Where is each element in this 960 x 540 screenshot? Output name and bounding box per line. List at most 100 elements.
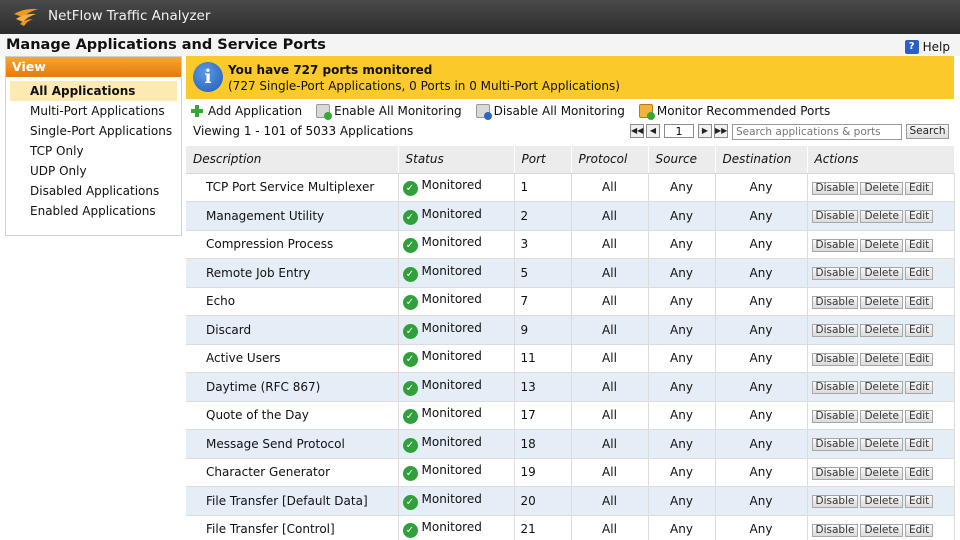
delete-button[interactable]: Delete xyxy=(860,210,903,224)
disable-button[interactable]: Disable xyxy=(811,210,859,224)
cell-port: 9 xyxy=(514,315,572,345)
disable-button[interactable]: Disable xyxy=(811,324,859,338)
delete-button[interactable]: Delete xyxy=(860,438,903,452)
disable-button[interactable]: Disable xyxy=(811,438,859,452)
edit-button[interactable]: Edit xyxy=(904,352,934,366)
previous-page-icon[interactable]: ◀ xyxy=(646,124,660,138)
check-circle-icon: ✓ xyxy=(402,295,418,311)
sidebar-item-tcp-only[interactable]: TCP Only xyxy=(6,141,181,161)
disable-button[interactable]: Disable xyxy=(811,523,859,537)
help-link[interactable]: ? Help xyxy=(904,39,950,55)
cell-status: ✓ Monitored xyxy=(398,287,515,316)
search-button[interactable]: Search xyxy=(906,124,949,139)
delete-button[interactable]: Delete xyxy=(860,267,903,281)
cell-source: Any xyxy=(648,458,716,487)
delete-button[interactable]: Delete xyxy=(860,324,903,338)
monitor-recommended-ports-button[interactable]: Monitor Recommended Ports xyxy=(638,104,830,120)
delete-button[interactable]: Delete xyxy=(860,523,903,537)
sidebar-list: All Applications Multi-Port Applications… xyxy=(6,77,181,221)
edit-button[interactable]: Edit xyxy=(904,438,934,452)
edit-button[interactable]: Edit xyxy=(904,181,934,195)
status-text: Monitored xyxy=(421,491,482,506)
column-header-destination[interactable]: Destination xyxy=(715,146,808,174)
page-number-input[interactable] xyxy=(664,124,694,138)
sidebar-item-enabled-applications[interactable]: Enabled Applications xyxy=(6,201,181,221)
cell-protocol: All xyxy=(571,429,649,459)
column-header-protocol[interactable]: Protocol xyxy=(571,146,649,174)
cell-actions: Disable Delete Edit xyxy=(807,372,955,402)
disable-all-monitoring-button[interactable]: Disable All Monitoring xyxy=(475,104,625,120)
sidebar-item-disabled-applications[interactable]: Disabled Applications xyxy=(6,181,181,201)
cell-status: ✓ Monitored xyxy=(398,344,515,373)
delete-button[interactable]: Delete xyxy=(860,495,903,509)
table-row: TCP Port Service Multiplexer ✓ Monitored 1 A… xyxy=(186,173,955,202)
check-circle-icon: ✓ xyxy=(402,323,418,339)
check-circle-icon: ✓ xyxy=(402,209,418,225)
edit-button[interactable]: Edit xyxy=(904,409,934,423)
cell-description: Compression Process xyxy=(186,230,399,259)
cell-destination: Any xyxy=(715,429,808,459)
edit-button[interactable]: Edit xyxy=(904,210,934,224)
cell-status: ✓ Monitored xyxy=(398,315,515,345)
disable-button[interactable]: Disable xyxy=(811,238,859,252)
add-application-button[interactable]: Add Application xyxy=(190,104,302,118)
delete-button[interactable]: Delete xyxy=(860,295,903,309)
disable-button[interactable]: Disable xyxy=(811,267,859,281)
disable-button[interactable]: Disable xyxy=(811,495,859,509)
edit-button[interactable]: Edit xyxy=(904,523,934,537)
sidebar-item-single-port-applications[interactable]: Single-Port Applications xyxy=(6,121,181,141)
sidebar-item-multi-port-applications[interactable]: Multi-Port Applications xyxy=(6,101,181,121)
viewing-count: Viewing 1 - 101 of 5033 Applications xyxy=(193,124,414,138)
cell-protocol: All xyxy=(571,258,649,288)
cell-protocol: All xyxy=(571,401,649,430)
edit-button[interactable]: Edit xyxy=(904,381,934,395)
first-page-icon[interactable]: ◀◀ xyxy=(630,124,644,138)
top-bar: NetFlow Traffic Analyzer xyxy=(0,0,960,34)
edit-button[interactable]: Edit xyxy=(904,495,934,509)
table-header-row: Description Status Port Protocol Source … xyxy=(186,146,955,174)
check-circle-icon: ✓ xyxy=(402,238,418,254)
cell-source: Any xyxy=(648,201,716,231)
column-header-description[interactable]: Description xyxy=(186,146,399,174)
sidebar-item-all-applications[interactable]: All Applications xyxy=(10,81,177,101)
column-header-port[interactable]: Port xyxy=(514,146,572,174)
edit-button[interactable]: Edit xyxy=(904,238,934,252)
cell-description: File Transfer [Default Data] xyxy=(186,486,399,516)
delete-button[interactable]: Delete xyxy=(860,181,903,195)
delete-button[interactable]: Delete xyxy=(860,238,903,252)
check-circle-icon: ✓ xyxy=(402,437,418,453)
add-application-label: Add Application xyxy=(208,104,303,118)
cell-source: Any xyxy=(648,230,716,259)
app-title: NetFlow Traffic Analyzer xyxy=(48,8,211,24)
table-row: Character Generator ✓ Monitored 19 All Any Any… xyxy=(186,458,955,487)
disable-button[interactable]: Disable xyxy=(811,409,859,423)
last-page-icon[interactable]: ▶▶ xyxy=(714,124,728,138)
enable-all-monitoring-button[interactable]: Enable All Monitoring xyxy=(316,104,462,120)
info-icon: i xyxy=(193,62,223,92)
table-row: Message Send Protocol ✓ Monitored 18 All Any A… xyxy=(186,429,955,459)
cell-destination: Any xyxy=(715,201,808,231)
search-input[interactable] xyxy=(732,124,902,140)
edit-button[interactable]: Edit xyxy=(904,295,934,309)
cell-status: ✓ Monitored xyxy=(398,515,515,540)
delete-button[interactable]: Delete xyxy=(860,466,903,480)
disable-button[interactable]: Disable xyxy=(811,381,859,395)
sidebar-item-udp-only[interactable]: UDP Only xyxy=(6,161,181,181)
column-header-status[interactable]: Status xyxy=(398,146,515,174)
cell-source: Any xyxy=(648,515,716,540)
cell-destination: Any xyxy=(715,258,808,288)
cell-protocol: All xyxy=(571,515,649,540)
disable-button[interactable]: Disable xyxy=(811,352,859,366)
disable-button[interactable]: Disable xyxy=(811,466,859,480)
edit-button[interactable]: Edit xyxy=(904,267,934,281)
column-header-source[interactable]: Source xyxy=(648,146,716,174)
edit-button[interactable]: Edit xyxy=(904,324,934,338)
enable-all-label: Enable All Monitoring xyxy=(334,104,462,118)
disable-button[interactable]: Disable xyxy=(811,295,859,309)
next-page-icon[interactable]: ▶ xyxy=(698,124,712,138)
delete-button[interactable]: Delete xyxy=(860,409,903,423)
delete-button[interactable]: Delete xyxy=(860,352,903,366)
disable-button[interactable]: Disable xyxy=(811,181,859,195)
edit-button[interactable]: Edit xyxy=(904,466,934,480)
delete-button[interactable]: Delete xyxy=(860,381,903,395)
